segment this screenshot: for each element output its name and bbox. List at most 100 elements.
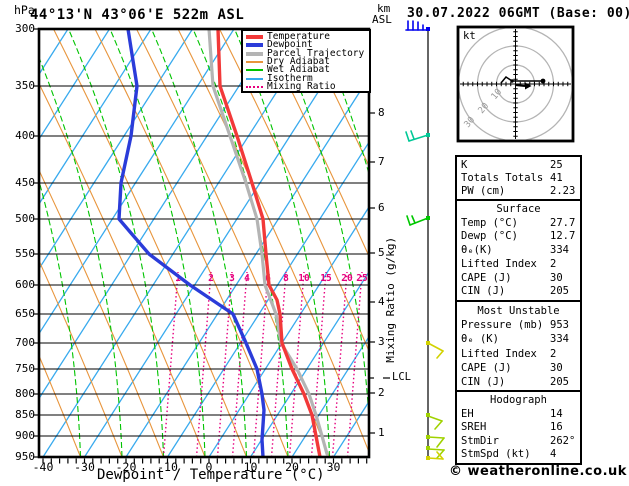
- dry-adiabat-line: [40, 84, 206, 456]
- indices-row-value: 205: [550, 375, 569, 388]
- mixing-ratio-label: 3: [229, 273, 235, 284]
- pressure-tick-label: 500: [15, 212, 35, 225]
- indices-row-value: 262°: [550, 434, 576, 447]
- indices-row-value: 334: [550, 244, 569, 257]
- pressure-tick-label: 900: [15, 429, 35, 442]
- pressure-tick-label: 400: [15, 129, 35, 142]
- wet-adiabat-line: [192, 30, 289, 456]
- dry-adiabat-line: [136, 30, 330, 456]
- legend-item: Mixing Ratio: [246, 82, 369, 91]
- pressure-tick-label: 350: [15, 79, 35, 92]
- indices-row: Lifted Index 2: [457, 258, 580, 272]
- indices-row-label: K: [461, 159, 468, 171]
- indices-section-header: Surface: [496, 203, 541, 215]
- indices-row-label: CAPE (J): [461, 361, 512, 374]
- indices-row: Pressure (mb) 953: [457, 318, 580, 332]
- indices-row-value: 205: [550, 285, 569, 298]
- indices-row-value: 25: [550, 159, 563, 171]
- storm-motion-arrow: [514, 84, 526, 87]
- indices-row-label: Totals Totals: [461, 172, 544, 184]
- legend-line-sample: [246, 61, 263, 64]
- km-tick-label: 7: [378, 155, 385, 168]
- indices-row: θₑ (K) 334: [457, 332, 580, 346]
- plot-frame: [37, 27, 371, 459]
- mixing-ratio-line: [270, 271, 287, 456]
- indices-row: PW (cm) 2.23: [457, 185, 580, 198]
- indices-section: K 25 Totals Totals 41 PW (cm) 2.23: [455, 155, 582, 201]
- wet-adiabat-line: [40, 58, 123, 456]
- hodograph-ring-label: 20: [477, 101, 492, 116]
- isotherm-line: [208, 207, 368, 456]
- mixing-ratio-line: [162, 271, 179, 456]
- km-tick-label: 3: [378, 335, 385, 348]
- indices-row-value: 12.7: [550, 230, 576, 243]
- temp-tick-label: 0: [205, 460, 213, 474]
- indices-row-value: 2.23: [550, 185, 576, 197]
- indices-row-label: Pressure (mb): [461, 319, 544, 332]
- mixing-ratio-label: 15: [320, 273, 332, 284]
- hodograph: 102030: [456, 25, 575, 143]
- temp-tick-label: 10: [243, 460, 258, 474]
- indices-row: K 25: [457, 159, 580, 172]
- indices-section: Most Unstable Pressure (mb) 953 θₑ (K) 334 Li…: [455, 300, 582, 392]
- indices-row: CAPE (J) 30: [457, 361, 580, 375]
- km-tick-label: 1: [378, 426, 385, 439]
- temp-tick-label: -20: [115, 460, 137, 474]
- indices-section: Hodograph EH 14 SREH 16 StmDir 262° StmSpd (kt)…: [455, 390, 582, 465]
- mixing-ratio-label: 2: [208, 273, 214, 284]
- indices-row-label: CIN (J): [461, 285, 506, 298]
- hodograph-unit-label: kt: [463, 30, 476, 42]
- asl-axis-unit: ASL: [372, 13, 392, 26]
- wet-adiabat-line: [68, 30, 165, 456]
- temp-tick-label: -40: [32, 460, 54, 474]
- indices-row-label: StmDir: [461, 434, 499, 447]
- hodograph-ring-label: 10: [490, 87, 505, 102]
- indices-row: CIN (J) 205: [457, 375, 580, 389]
- km-tick-label: 8: [378, 106, 385, 119]
- mixing-ratio-axis-title: Mixing Ratio (g/kg): [384, 236, 398, 363]
- indices-row-value: 2: [550, 347, 557, 360]
- dry-adiabat-line: [177, 30, 368, 451]
- skewt-sounding-app: 1 2 3 4 6 8 10 15 20 25 10 20 30 hPa 44°13'N 43°06'E…: [0, 0, 629, 486]
- legend-line-sample: [246, 43, 263, 48]
- indices-row-label: Dewp (°C): [461, 230, 518, 243]
- mixing-ratio-label: 25: [356, 273, 368, 284]
- mixing-ratio-label: 20: [341, 273, 353, 284]
- wet-adiabat-line: [275, 30, 368, 412]
- legend-line-sample: [246, 85, 263, 88]
- pressure-tick-label: 850: [15, 408, 35, 421]
- mixing-ratio-line: [216, 271, 233, 456]
- indices-row: Totals Totals 41: [457, 172, 580, 185]
- dry-adiabat-line: [53, 30, 247, 456]
- pressure-tick-label: 700: [15, 336, 35, 349]
- indices-row: SREH 16: [457, 421, 580, 435]
- temp-tick-label: 20: [285, 460, 299, 474]
- pressure-tick-label: 650: [15, 307, 35, 320]
- pressure-tick-label: 800: [15, 387, 35, 400]
- km-tick-label: 5: [378, 246, 385, 259]
- indices-row-value: 41: [550, 172, 563, 184]
- indices-row-label: θₑ(K): [461, 244, 493, 257]
- pressure-tick-label: 550: [15, 247, 35, 260]
- indices-row-label: PW (cm): [461, 185, 506, 197]
- indices-row-label: StmSpd (kt): [461, 448, 531, 461]
- indices-row: θₑ(K) 334: [457, 244, 580, 258]
- mixing-ratio-label: 10: [298, 273, 310, 284]
- wet-adiabat-line: [317, 30, 368, 173]
- indices-row-value: 953: [550, 319, 569, 332]
- indices-section: Surface Temp (°C) 27.7 Dewp (°C) 12.7 θₑ(K) 33…: [455, 199, 582, 302]
- indices-row: CAPE (J) 30: [457, 272, 580, 286]
- station-title: 44°13'N 43°06'E 522m ASL: [30, 7, 245, 23]
- indices-row-value: 4: [550, 448, 557, 461]
- indices-section-header: Most Unstable: [477, 305, 560, 317]
- pressure-tick-label: 300: [15, 22, 35, 35]
- legend-line-sample: [246, 35, 263, 40]
- wind-barb: [406, 215, 430, 226]
- wind-barb: [405, 20, 430, 31]
- indices-row: StmDir 262°: [457, 435, 580, 449]
- indices-section-header: Hodograph: [490, 394, 547, 406]
- indices-row: Dewp (°C) 12.7: [457, 230, 580, 244]
- indices-row-value: 334: [550, 333, 569, 346]
- indices-row-value: 16: [550, 421, 563, 434]
- indices-row-label: CAPE (J): [461, 271, 512, 284]
